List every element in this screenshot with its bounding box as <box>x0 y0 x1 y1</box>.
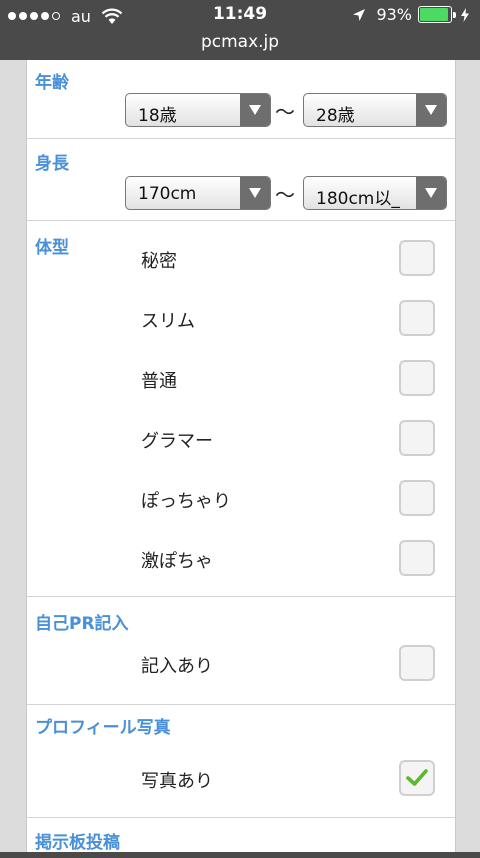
body-type-checkbox[interactable] <box>399 240 435 276</box>
self-pr-section-title: 自己PR記入 <box>35 614 129 634</box>
status-bar: au 11:49 93% pcmax.jp <box>0 0 480 60</box>
search-conditions-panel: 年齢 18歳 〜 28歳 身長 170cm 〜 180cm以_ 体型 秘密 スリ… <box>26 60 456 853</box>
profile-photo-checkbox[interactable] <box>399 760 435 796</box>
board-post-section: 掲示板投稿 <box>27 818 455 858</box>
self-pr-option-label: 記入あり <box>141 656 213 677</box>
body-type-checkbox[interactable] <box>399 420 435 456</box>
height-to-select[interactable]: 180cm以_ <box>303 176 447 210</box>
age-section: 年齢 18歳 〜 28歳 <box>27 60 455 139</box>
profile-photo-section: プロフィール写真 写真あり <box>27 705 455 818</box>
body-type-section-title: 体型 <box>35 238 69 258</box>
body-type-section: 体型 秘密 スリム 普通 グラマー ぽっちゃり 激ぽちゃ <box>27 221 455 597</box>
profile-photo-section-title: プロフィール写真 <box>35 718 171 738</box>
body-type-option-label: 普通 <box>141 371 177 392</box>
address-bar-url[interactable]: pcmax.jp <box>0 32 480 52</box>
board-post-section-title: 掲示板投稿 <box>35 833 120 853</box>
page-content: 年齢 18歳 〜 28歳 身長 170cm 〜 180cm以_ 体型 秘密 スリ… <box>0 60 480 853</box>
height-to-value: 180cm以_ <box>316 189 400 209</box>
age-to-select[interactable]: 28歳 <box>303 93 447 127</box>
dropdown-arrow-icon <box>416 94 446 126</box>
battery-icon <box>418 6 452 23</box>
body-type-option-label: 秘密 <box>141 251 177 272</box>
range-separator: 〜 <box>275 100 295 124</box>
age-section-title: 年齢 <box>35 73 69 93</box>
battery-percent: 93% <box>376 5 412 24</box>
location-arrow-icon <box>353 8 366 21</box>
status-right: 93% <box>352 5 470 24</box>
height-from-value: 170cm <box>138 184 197 204</box>
age-to-value: 28歳 <box>316 106 355 126</box>
height-section: 身長 170cm 〜 180cm以_ <box>27 139 455 221</box>
height-section-title: 身長 <box>35 154 69 174</box>
dropdown-arrow-icon <box>416 177 446 209</box>
profile-photo-option-label: 写真あり <box>141 771 213 792</box>
age-from-select[interactable]: 18歳 <box>125 93 271 127</box>
body-type-checkbox[interactable] <box>399 480 435 516</box>
body-type-checkbox[interactable] <box>399 360 435 396</box>
range-separator: 〜 <box>275 183 295 207</box>
body-type-option-label: ぽっちゃり <box>141 491 231 512</box>
body-type-checkbox[interactable] <box>399 300 435 336</box>
self-pr-section: 自己PR記入 記入あり <box>27 597 455 705</box>
height-from-select[interactable]: 170cm <box>125 176 271 210</box>
check-icon <box>406 769 428 786</box>
age-from-value: 18歳 <box>138 106 177 126</box>
body-type-option-label: スリム <box>141 311 195 332</box>
dropdown-arrow-icon <box>240 94 270 126</box>
body-type-option-label: グラマー <box>141 431 213 452</box>
body-type-option-label: 激ぽちゃ <box>141 551 213 572</box>
body-type-checkbox[interactable] <box>399 540 435 576</box>
charging-bolt-icon <box>461 7 469 22</box>
dropdown-arrow-icon <box>240 177 270 209</box>
battery-tip <box>453 11 456 18</box>
self-pr-checkbox[interactable] <box>399 645 435 681</box>
